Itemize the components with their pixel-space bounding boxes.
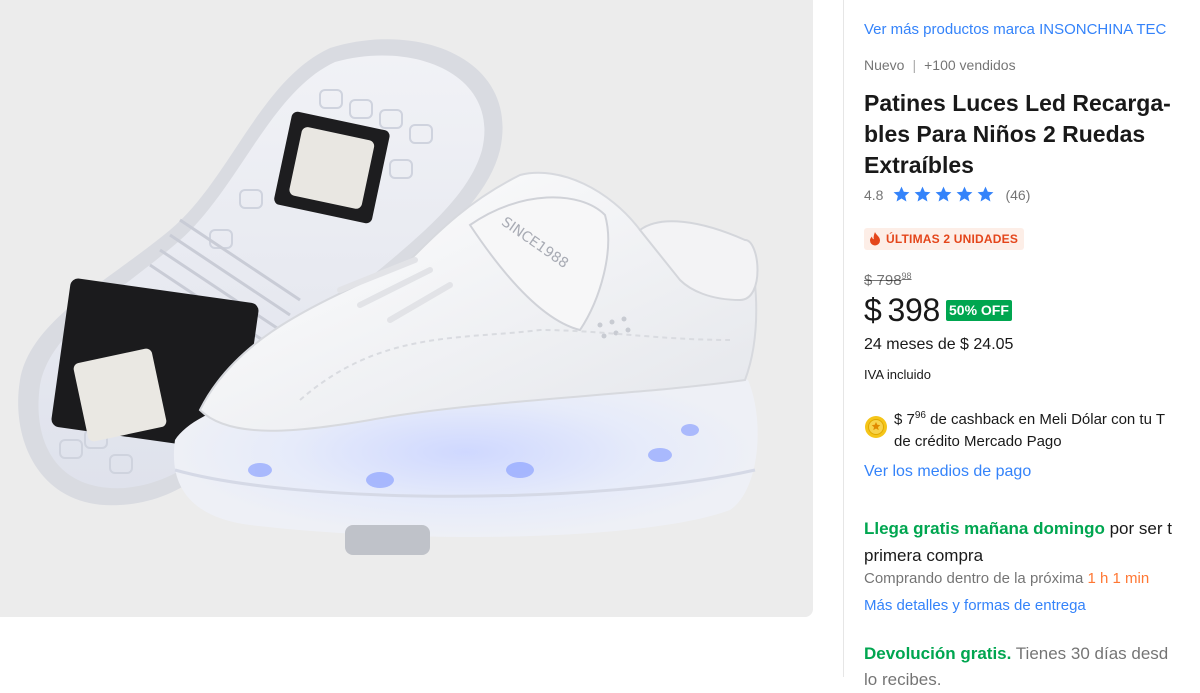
cashback-banner: $ 796 de cashback en Meli Dólar con tu T…: [864, 405, 1200, 453]
current-price-currency: $: [864, 292, 882, 328]
returns-info: Devolución gratis. Tienes 30 días desd l…: [864, 641, 1200, 693]
column-divider: [843, 0, 844, 677]
current-price: $398: [864, 292, 940, 329]
review-count: (46): [1005, 186, 1031, 203]
flame-icon: [870, 232, 880, 246]
returns-line-1: Devolución gratis. Tienes 30 días desd: [864, 641, 1200, 667]
rating-stars: [892, 185, 997, 204]
product-image[interactable]: SINCE1988: [0, 0, 813, 617]
tax-included-text: IVA incluido: [864, 367, 931, 382]
star-icon: [915, 186, 931, 202]
star-icon: [936, 186, 952, 202]
free-returns-text: Devolución gratis.: [864, 644, 1012, 663]
original-price-cents: 98: [901, 271, 912, 281]
cashback-description: de cashback en Meli Dólar con tu T: [925, 411, 1165, 428]
original-price-whole: 798: [876, 272, 902, 289]
sold-count: +100 vendidos: [924, 57, 1016, 73]
shipping-details-link[interactable]: Más detalles y formas de entrega: [864, 597, 1086, 614]
returns-description: Tienes 30 días desd: [1011, 644, 1169, 663]
coin-icon: [865, 416, 887, 438]
rating-summary[interactable]: 4.8 (46): [864, 185, 1030, 204]
shipping-condition: por ser t: [1104, 519, 1172, 538]
cashback-amount: $ 7: [894, 411, 915, 428]
original-price-currency: $: [864, 272, 873, 289]
discount-badge: 50% OFF: [946, 300, 1012, 321]
brand-products-link[interactable]: Ver más productos marca INSONCHINA TEC: [864, 21, 1166, 38]
star-icon: [978, 186, 994, 202]
payment-methods-link[interactable]: Ver los medios de pago: [864, 463, 1031, 481]
cashback-line-2: de crédito Mercado Pago: [894, 433, 1062, 450]
cashback-line-1: $ 796 de cashback en Meli Dólar con tu T: [894, 405, 1165, 431]
installments-text: 24 meses de $ 24.05: [864, 336, 1014, 353]
shipping-line-2: primera compra: [864, 546, 984, 565]
urgency-text: ÚLTIMAS 2 UNIDADES: [886, 232, 1019, 246]
condition-label: Nuevo: [864, 57, 905, 73]
urgency-badge: ÚLTIMAS 2 UNIDADES: [864, 228, 1025, 250]
product-title: Patines Luces Led Recarga-bles Para Niño…: [864, 90, 1171, 178]
rating-score: 4.8: [864, 186, 884, 203]
current-price-whole: 398: [887, 292, 941, 328]
cashback-amount-cents: 96: [914, 410, 926, 421]
shipping-countdown: Comprando dentro de la próxima 1 h 1 min: [864, 570, 1149, 587]
current-price-row: $398 50% OFF: [864, 292, 1012, 329]
cashback-text: $ 796 de cashback en Meli Dólar con tu T…: [894, 405, 1165, 453]
shipping-line-1: Llega gratis mañana domingo por ser t: [864, 515, 1200, 542]
subtitle-separator: |: [912, 57, 917, 73]
free-shipping-text: Llega gratis mañana domingo: [864, 519, 1105, 538]
product-image-gallery[interactable]: SINCE1988: [0, 0, 813, 617]
star-icon: [894, 186, 910, 202]
original-price: $ 79898: [864, 271, 912, 289]
countdown-prefix: Comprando dentro de la próxima: [864, 570, 1088, 587]
star-icon: [957, 186, 973, 202]
countdown-time: 1 h 1 min: [1087, 570, 1150, 587]
product-subtitle: Nuevo | +100 vendidos: [864, 57, 1016, 73]
shipping-info: Llega gratis mañana domingo por ser t pr…: [864, 515, 1200, 569]
returns-line-2: lo recibes.: [864, 670, 942, 689]
